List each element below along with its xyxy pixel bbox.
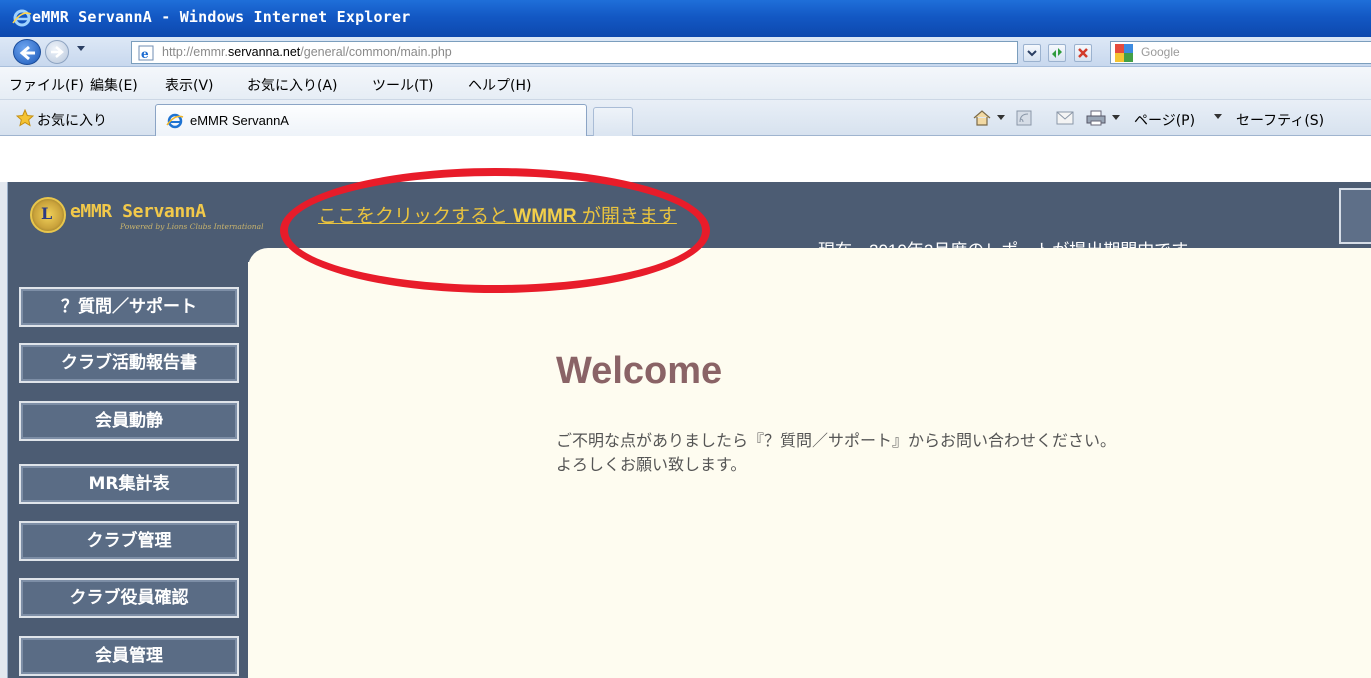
window-title: eMMR ServannA - Windows Internet Explore… (32, 8, 411, 26)
stop-button[interactable] (1074, 44, 1092, 62)
menu-favorites[interactable]: お気に入り(A) (247, 75, 338, 95)
site-logo[interactable]: L eMMR ServannA Powered by Lions Clubs I… (30, 197, 275, 237)
address-toolbar: e http://emmr.servanna.net/general/commo… (0, 37, 1371, 67)
address-dropdown-button[interactable] (1023, 44, 1041, 62)
main-content (248, 262, 1371, 678)
welcome-message-line1: ご不明な点がありましたら『？質問／サポート』からお問い合わせください。 (556, 431, 1117, 450)
print-dropdown-icon[interactable] (1112, 115, 1120, 121)
logo-subtitle: Powered by Lions Clubs International (120, 222, 264, 231)
ie-page-icon: e (138, 45, 154, 61)
chevron-down-icon (1027, 50, 1037, 57)
tab-emmr-servanna[interactable]: eMMR ServannA (155, 104, 587, 136)
title-bar: eMMR ServannA - Windows Internet Explore… (0, 0, 1371, 37)
sidebar-item-mr-summary[interactable]: MR集計表 (19, 464, 239, 504)
favorites-star-icon[interactable] (16, 109, 34, 127)
red-highlight-ellipse (280, 168, 710, 293)
menu-bar: ファイル(F) 編集(E) 表示(V) お気に入り(A) ツール(T) ヘルプ(… (0, 67, 1371, 100)
address-input[interactable]: e http://emmr.servanna.net/general/commo… (131, 41, 1018, 64)
sidebar-item-member-movement[interactable]: 会員動静 (19, 401, 239, 441)
page-dropdown-icon[interactable] (1214, 114, 1222, 120)
safety-menu[interactable]: セーフティ(S) (1236, 110, 1324, 130)
google-logo-icon (1115, 44, 1133, 62)
page-menu[interactable]: ページ(P) (1134, 110, 1195, 130)
ie-logo-icon (12, 9, 32, 27)
sidebar-item-member-management[interactable]: 会員管理 (19, 636, 239, 676)
header-corner-button[interactable] (1339, 188, 1371, 244)
logo-title: eMMR ServannA (70, 201, 206, 222)
sidebar-item-club-management[interactable]: クラブ管理 (19, 521, 239, 561)
menu-file[interactable]: ファイル(F) (9, 75, 84, 95)
sidebar-item-club-officers[interactable]: クラブ役員確認 (19, 578, 239, 618)
menu-edit[interactable]: 編集(E) (90, 75, 138, 95)
sidebar-item-support[interactable]: ？質問／サポート (19, 287, 239, 327)
search-placeholder: Google (1141, 45, 1180, 59)
refresh-icon (1052, 48, 1062, 58)
url-text: http://emmr.servanna.net/general/common/… (162, 45, 452, 59)
back-arrow-icon (19, 45, 35, 61)
forward-button[interactable] (45, 40, 69, 64)
svg-text:e: e (141, 47, 149, 61)
menu-tools[interactable]: ツール(T) (372, 75, 433, 95)
forward-arrow-icon (51, 46, 64, 58)
lions-emblem-icon: L (30, 197, 66, 233)
ie-tab-icon (166, 113, 184, 129)
sidebar-item-activity-report[interactable]: クラブ活動報告書 (19, 343, 239, 383)
feeds-icon[interactable] (1016, 110, 1032, 126)
favorites-button[interactable]: お気に入り (37, 110, 107, 130)
back-button[interactable] (13, 39, 41, 65)
window-frame-edge (0, 182, 8, 678)
favorites-bar: お気に入り eMMR ServannA ページ(P) セーフティ(S) (0, 100, 1371, 136)
tab-label: eMMR ServannA (190, 113, 289, 128)
search-input[interactable]: Google (1110, 41, 1371, 64)
refresh-button[interactable] (1048, 44, 1066, 62)
home-dropdown-icon[interactable] (997, 115, 1005, 121)
home-icon[interactable] (972, 109, 992, 127)
mail-icon[interactable] (1056, 111, 1074, 125)
menu-view[interactable]: 表示(V) (165, 75, 214, 95)
menu-help[interactable]: ヘルプ(H) (468, 75, 531, 95)
recent-pages-dropdown-icon[interactable] (76, 45, 86, 53)
welcome-heading: Welcome (556, 350, 723, 392)
close-icon (1078, 48, 1088, 58)
new-tab-button[interactable] (593, 107, 633, 136)
print-icon[interactable] (1086, 110, 1106, 126)
welcome-message-line2: よろしくお願い致します。 (556, 455, 747, 474)
